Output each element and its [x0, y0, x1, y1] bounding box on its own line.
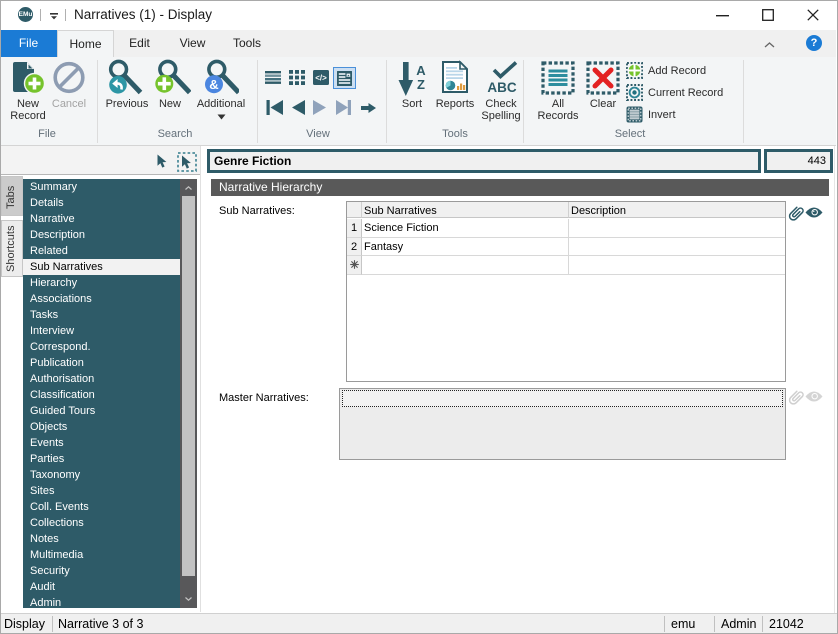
svg-text:ABC: ABC	[487, 80, 516, 93]
svg-text:A: A	[416, 63, 426, 78]
svg-text:</>: </>	[315, 74, 327, 83]
svg-text:&: &	[209, 77, 218, 92]
svg-text:Z: Z	[417, 77, 425, 92]
